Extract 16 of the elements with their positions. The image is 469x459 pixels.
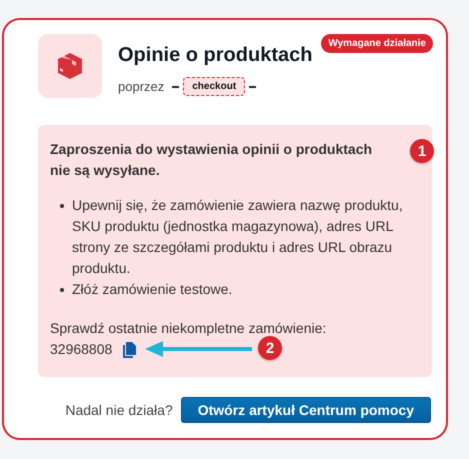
copy-icon[interactable]: [122, 342, 136, 358]
arrow-icon: [145, 341, 252, 357]
package-icon: [38, 34, 102, 98]
alert-heading: Zaproszenia do wystawienia opinii o produktach nie są wysyłane.: [50, 140, 374, 180]
status-badge: Wymagane działanie: [321, 34, 433, 53]
bullet-icon: [60, 204, 64, 208]
help-question: Nadal nie działa?: [65, 402, 173, 418]
bullet-icon: [60, 288, 64, 292]
order-number: 32968808: [50, 340, 112, 359]
card-title: Opinie o produktach: [118, 44, 312, 67]
bullet-text: Upewnij się, że zamówienie zawiera nazwę produktu, SKU produktu (jednostka magazynowa), adres URL strony ze szczegółami produktu i adres URL obrazu produktu.: [72, 196, 404, 278]
source-tag: checkout: [183, 77, 246, 96]
check-label: Sprawdź ostatnie niekompletne zamówienie:: [50, 319, 328, 338]
help-article-button[interactable]: Otwórz artykuł Centrum pomocy: [180, 397, 431, 423]
source-label: poprzez: [118, 79, 164, 94]
bullet-text: Złóż zamówienie testowe.: [72, 280, 232, 299]
